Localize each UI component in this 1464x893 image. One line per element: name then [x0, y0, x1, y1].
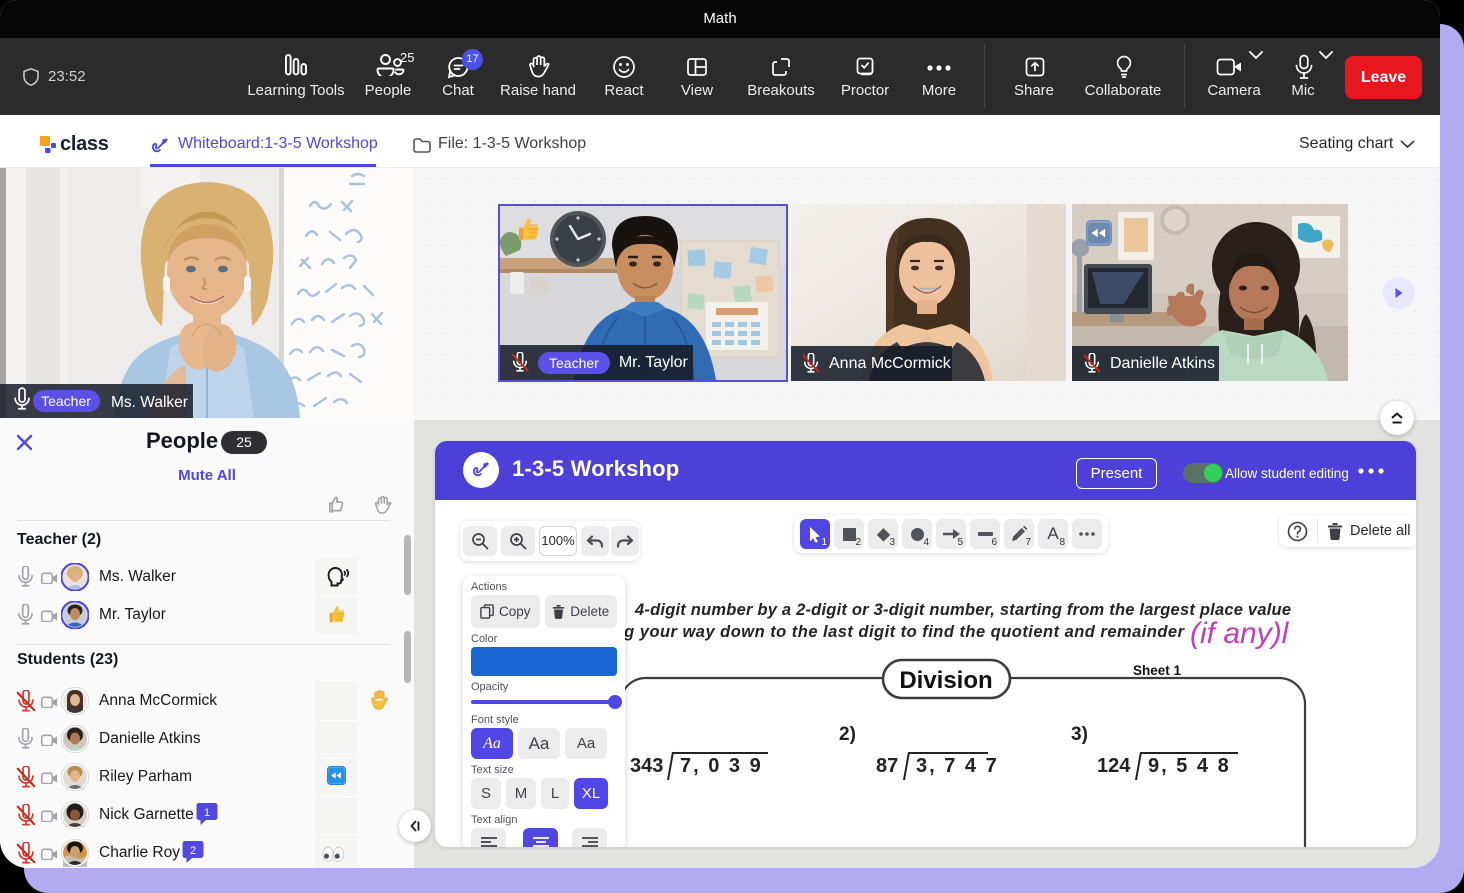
svg-text:7, 0 3 9: 7, 0 3 9: [680, 755, 763, 777]
svg-text:3): 3): [1071, 724, 1088, 745]
svg-text:ding your way down to the last: ding your way down to the last digit to …: [598, 623, 1186, 641]
svg-text:1: 1: [204, 807, 210, 819]
svg-text:Division: Division: [899, 667, 992, 694]
svg-text:Ms. Walker: Ms. Walker: [111, 394, 188, 411]
svg-text:Sheet 1: Sheet 1: [1133, 663, 1182, 678]
svg-text:87: 87: [876, 755, 898, 777]
svg-text:343: 343: [630, 755, 663, 777]
svg-text:Teacher: Teacher: [41, 393, 91, 409]
svg-text:9, 5 4 8: 9, 5 4 8: [1148, 755, 1231, 777]
svg-text:2): 2): [839, 724, 856, 745]
svg-text:2: 2: [190, 845, 196, 857]
svg-text:(if any)l: (if any)l: [1190, 617, 1290, 650]
svg-text:3, 7 4 7: 3, 7 4 7: [916, 755, 999, 777]
svg-text:124: 124: [1097, 755, 1131, 777]
